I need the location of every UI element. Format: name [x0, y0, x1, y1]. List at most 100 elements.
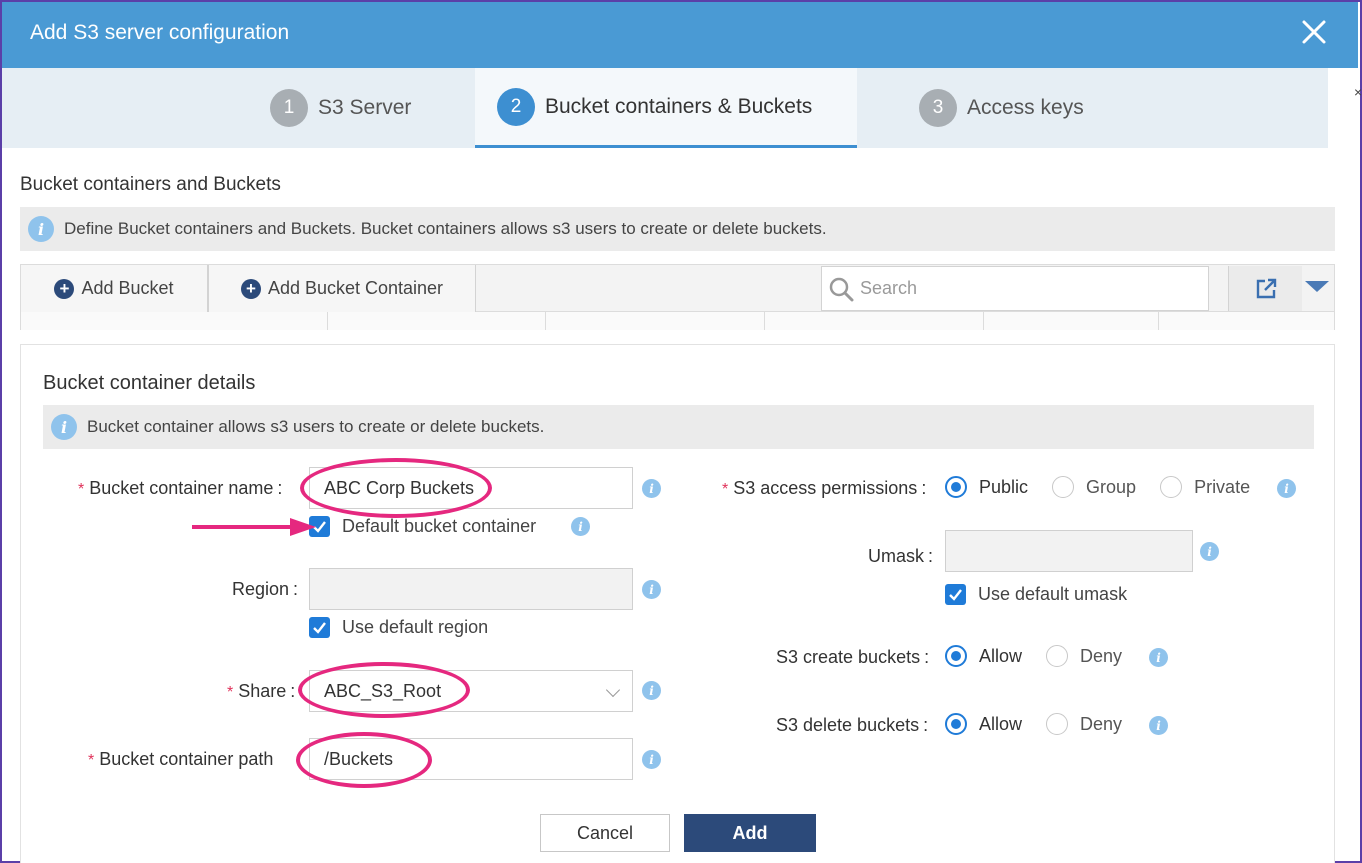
- s3-access-permissions-label: * S3 access permissions:: [722, 478, 927, 498]
- panel-title: Bucket container details: [43, 372, 256, 394]
- step-label: Bucket containers & Buckets: [545, 94, 813, 118]
- panel-info-text: Bucket container allows s3 users to crea…: [87, 417, 545, 436]
- search-placeholder: Search: [860, 278, 918, 298]
- radio-selected-icon: [945, 645, 967, 667]
- add-bucket-container-button[interactable]: + Add Bucket Container: [208, 265, 476, 312]
- region-label: Region:: [232, 579, 299, 599]
- radio-deny[interactable]: Deny: [1046, 645, 1122, 667]
- info-icon: i: [28, 216, 54, 242]
- bucket-container-name-value: ABC Corp Buckets: [324, 477, 475, 498]
- label-colon: :: [293, 579, 299, 599]
- radio-empty-icon: [1046, 645, 1069, 667]
- export-button[interactable]: [1228, 266, 1302, 311]
- umask-label: Umask:: [868, 546, 934, 566]
- required-mark: *: [227, 684, 234, 701]
- default-bucket-container-checkbox[interactable]: Default bucket container: [309, 516, 536, 537]
- radio-allow[interactable]: Allow: [945, 645, 1022, 667]
- highlight-arrow-icon: [192, 518, 316, 536]
- bucket-container-name-label: * Bucket container name:: [78, 478, 283, 498]
- label-colon: :: [923, 715, 929, 735]
- column-divider: [764, 312, 765, 330]
- search-icon: [829, 277, 854, 301]
- add-bucket-label: Add Bucket: [81, 278, 174, 298]
- step-number: 1: [270, 89, 308, 127]
- column-divider: [1158, 312, 1159, 330]
- step-number: 2: [497, 87, 535, 126]
- step-number: 3: [919, 89, 957, 127]
- search-input[interactable]: Search: [821, 266, 1209, 311]
- s3-delete-buckets-radio-group: Allow Deny: [945, 713, 1146, 735]
- close-icon[interactable]: [1296, 14, 1332, 50]
- add-bucket-container-label: Add Bucket Container: [267, 278, 444, 298]
- radio-public[interactable]: Public: [945, 476, 1028, 498]
- radio-selected-icon: [945, 713, 967, 735]
- s3-create-buckets-label: S3 create buckets:: [776, 647, 930, 667]
- use-default-umask-label: Use default umask: [978, 584, 1128, 604]
- required-mark: *: [722, 481, 729, 498]
- radio-empty-icon: [1052, 476, 1075, 498]
- section-title: Bucket containers and Buckets: [20, 174, 281, 195]
- section-info-bar: i Define Bucket containers and Buckets. …: [20, 207, 1335, 251]
- plus-icon: +: [240, 278, 261, 299]
- chevron-down-icon[interactable]: [1305, 281, 1329, 292]
- radio-private[interactable]: Private: [1160, 476, 1250, 498]
- step-s3-server[interactable]: 1 S3 Server: [270, 68, 411, 148]
- edge-glyph: ×: [1354, 84, 1362, 100]
- umask-input[interactable]: [945, 530, 1193, 572]
- step-access-keys[interactable]: 3 Access keys: [919, 68, 1084, 148]
- cancel-button[interactable]: Cancel: [540, 814, 670, 852]
- bucket-container-path-label: * Bucket container path: [88, 749, 274, 769]
- label-colon: :: [290, 681, 296, 701]
- required-mark: *: [78, 481, 85, 498]
- checkbox-checked-icon: [309, 617, 330, 638]
- info-icon[interactable]: i: [1149, 648, 1168, 667]
- info-icon[interactable]: i: [1200, 542, 1219, 561]
- radio-group[interactable]: Group: [1052, 476, 1136, 498]
- share-value: ABC_S3_Root: [324, 680, 442, 701]
- info-icon[interactable]: i: [571, 517, 590, 536]
- wizard-steps: 1 S3 Server 2 Bucket containers & Bucket…: [2, 68, 1328, 148]
- info-icon[interactable]: i: [1149, 716, 1168, 735]
- radio-deny[interactable]: Deny: [1046, 713, 1122, 735]
- bucket-container-path-input[interactable]: /Buckets: [309, 738, 633, 780]
- use-default-region-checkbox[interactable]: Use default region: [309, 617, 488, 638]
- plus-icon: +: [54, 278, 75, 299]
- info-icon: i: [51, 414, 77, 440]
- info-icon[interactable]: i: [642, 479, 661, 498]
- step-label: S3 Server: [318, 96, 412, 119]
- add-bucket-button[interactable]: + Add Bucket: [21, 265, 208, 312]
- radio-empty-icon: [1160, 476, 1183, 498]
- s3-delete-buckets-label: S3 delete buckets:: [776, 715, 929, 735]
- share-label: * Share:: [227, 681, 296, 701]
- column-divider: [545, 312, 546, 330]
- bucket-container-name-input[interactable]: ABC Corp Buckets: [309, 467, 633, 509]
- info-icon[interactable]: i: [642, 681, 661, 700]
- column-divider: [327, 312, 328, 330]
- step-label: Access keys: [967, 96, 1084, 119]
- dialog-titlebar: Add S3 server configuration: [2, 2, 1358, 68]
- s3-create-buckets-radio-group: Allow Deny: [945, 645, 1146, 667]
- use-default-umask-checkbox[interactable]: Use default umask: [945, 584, 1127, 605]
- add-button[interactable]: Add: [684, 814, 816, 852]
- grid-toolbar: + Add Bucket + Add Bucket Container Sear…: [20, 264, 1335, 312]
- region-input[interactable]: [309, 568, 633, 610]
- radio-allow[interactable]: Allow: [945, 713, 1022, 735]
- export-icon: [1256, 278, 1276, 298]
- info-icon[interactable]: i: [642, 750, 661, 769]
- required-mark: *: [88, 752, 95, 769]
- dialog-title: Add S3 server configuration: [30, 21, 290, 44]
- radio-empty-icon: [1046, 713, 1069, 735]
- radio-selected-icon: [945, 476, 967, 498]
- bucket-container-details-panel: Bucket container details i Bucket contai…: [20, 344, 1335, 863]
- label-colon: :: [924, 647, 930, 667]
- info-icon[interactable]: i: [1277, 479, 1296, 498]
- s3-access-permissions-radio-group: Public Group Private: [945, 476, 1274, 498]
- label-colon: :: [277, 478, 283, 498]
- use-default-region-label: Use default region: [342, 617, 489, 637]
- default-bucket-container-label: Default bucket container: [342, 516, 537, 536]
- info-icon[interactable]: i: [642, 580, 661, 599]
- window-edge: ×: [1328, 68, 1362, 148]
- share-select[interactable]: ABC_S3_Root: [309, 670, 633, 712]
- bucket-container-path-value: /Buckets: [324, 748, 394, 769]
- step-bucket-containers[interactable]: 2 Bucket containers & Buckets: [475, 68, 857, 148]
